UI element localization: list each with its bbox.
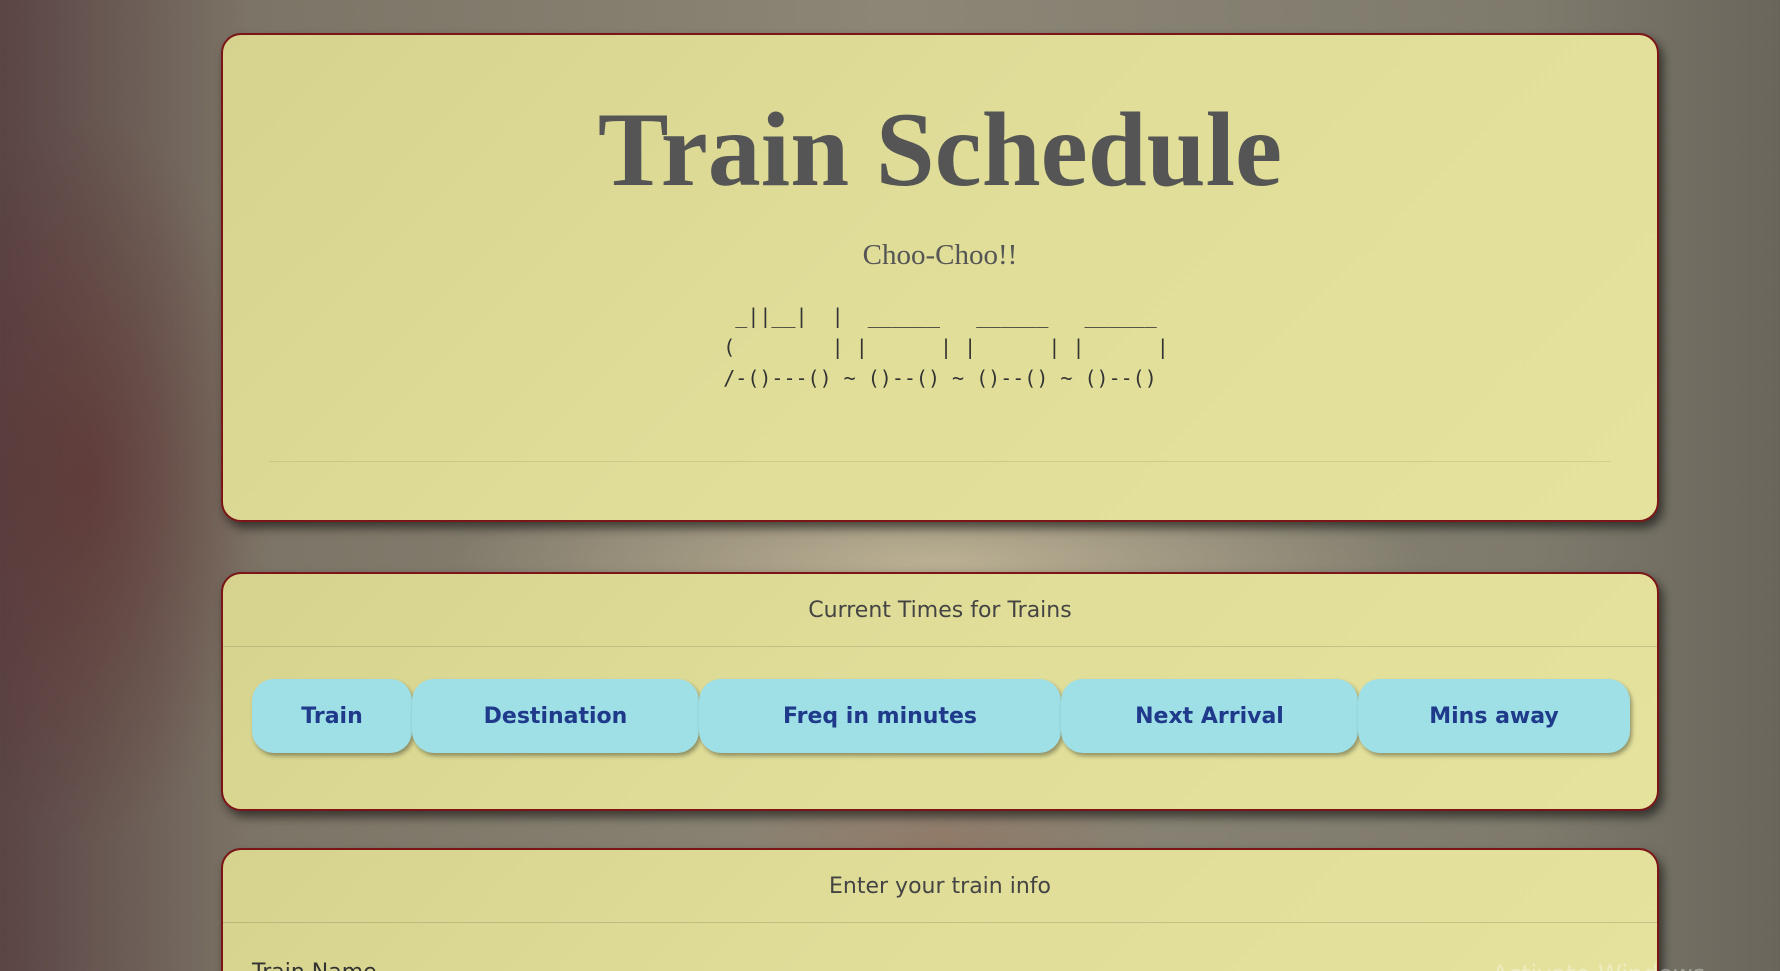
current-times-heading: Current Times for Trains (223, 574, 1657, 647)
activate-windows-watermark: Activate Windows (1492, 960, 1705, 971)
column-header-next-arrival: Next Arrival (1061, 679, 1358, 753)
ascii-train-text: _||__| | ______ ______ ______ ( | | | | … (723, 304, 1169, 390)
current-times-panel: Current Times for Trains Train Destinati… (221, 572, 1659, 811)
divider (269, 461, 1611, 462)
column-header-mins-away: Mins away (1358, 679, 1630, 753)
train-info-panel: Enter your train info Train Name (221, 848, 1659, 971)
column-header-frequency: Freq in minutes (699, 679, 1061, 753)
page-title: Train Schedule (597, 91, 1283, 208)
column-header-train: Train (252, 679, 412, 753)
train-name-label: Train Name (252, 960, 377, 971)
column-header-destination: Destination (412, 679, 699, 753)
ascii-train-art: _||__| | ______ ______ ______ ( | | | | … (223, 301, 1657, 394)
schedule-table-header: Train Destination Freq in minutes Next A… (252, 679, 1630, 753)
page-subtitle: Choo-Choo!! (862, 239, 1018, 271)
jumbotron: Train Schedule Choo-Choo!! _||__| | ____… (221, 33, 1659, 522)
train-info-heading: Enter your train info (223, 850, 1657, 923)
